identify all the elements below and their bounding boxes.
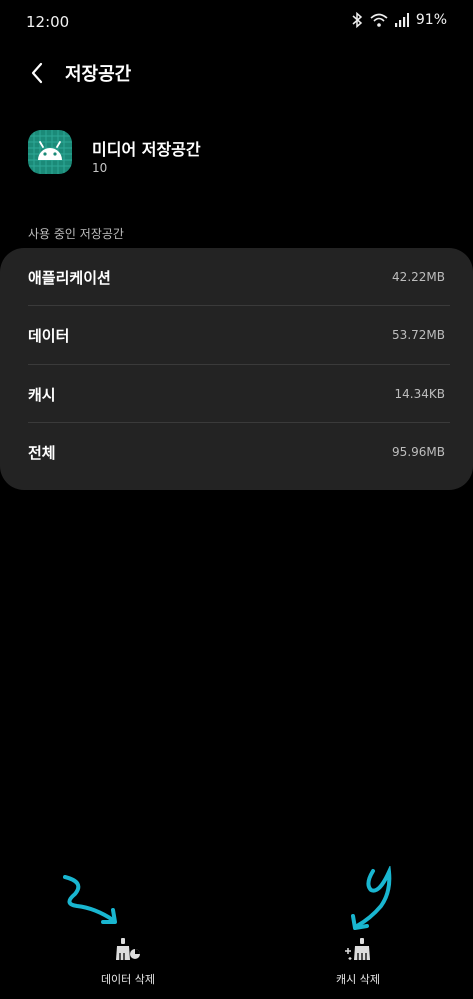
signal-icon <box>394 13 409 27</box>
storage-row-application: 애플리케이션 42.22MB <box>0 248 473 306</box>
app-header: 저장공간 <box>0 52 473 92</box>
back-button[interactable] <box>22 58 52 88</box>
storage-row-label: 애플리케이션 <box>28 269 111 287</box>
bluetooth-icon <box>351 12 363 28</box>
clear-cache-button[interactable]: 캐시 삭제 <box>278 937 438 993</box>
storage-row-data: 데이터 53.72MB <box>0 306 473 364</box>
clear-data-button[interactable]: 데이터 삭제 <box>48 937 208 993</box>
storage-row-value: 53.72MB <box>392 328 445 342</box>
app-info: 미디어 저장공간 10 <box>28 128 448 180</box>
status-time: 12:00 <box>26 13 70 31</box>
annotation-arrow-left <box>63 875 117 924</box>
storage-row-label: 캐시 <box>28 386 56 404</box>
storage-row-cache: 캐시 14.34KB <box>0 365 473 423</box>
clear-cache-label: 캐시 삭제 <box>336 973 380 986</box>
storage-row-value: 95.96MB <box>392 445 445 459</box>
storage-row-total: 전체 95.96MB <box>0 423 473 481</box>
page-title: 저장공간 <box>65 64 132 85</box>
back-arrow-icon <box>31 62 43 84</box>
clear-cache-icon <box>345 937 371 961</box>
storage-row-label: 전체 <box>28 444 56 462</box>
storage-card: 애플리케이션 42.22MB 데이터 53.72MB 캐시 14.34KB 전체… <box>0 248 473 490</box>
app-version: 10 <box>92 161 108 175</box>
storage-row-label: 데이터 <box>28 327 70 345</box>
clear-data-icon <box>115 937 141 961</box>
clear-data-label: 데이터 삭제 <box>100 973 156 986</box>
wifi-icon <box>370 13 388 27</box>
app-name: 미디어 저장공간 <box>92 140 201 159</box>
battery-text: 91% <box>415 12 447 28</box>
annotation-arrow-right <box>351 866 392 930</box>
storage-row-value: 42.22MB <box>392 270 445 284</box>
status-icons: 91% <box>351 12 447 28</box>
section-label: 사용 중인 저장공간 <box>28 227 124 241</box>
storage-row-value: 14.34KB <box>394 387 445 401</box>
status-bar: 12:00 91% <box>0 0 473 44</box>
android-icon <box>28 130 72 174</box>
